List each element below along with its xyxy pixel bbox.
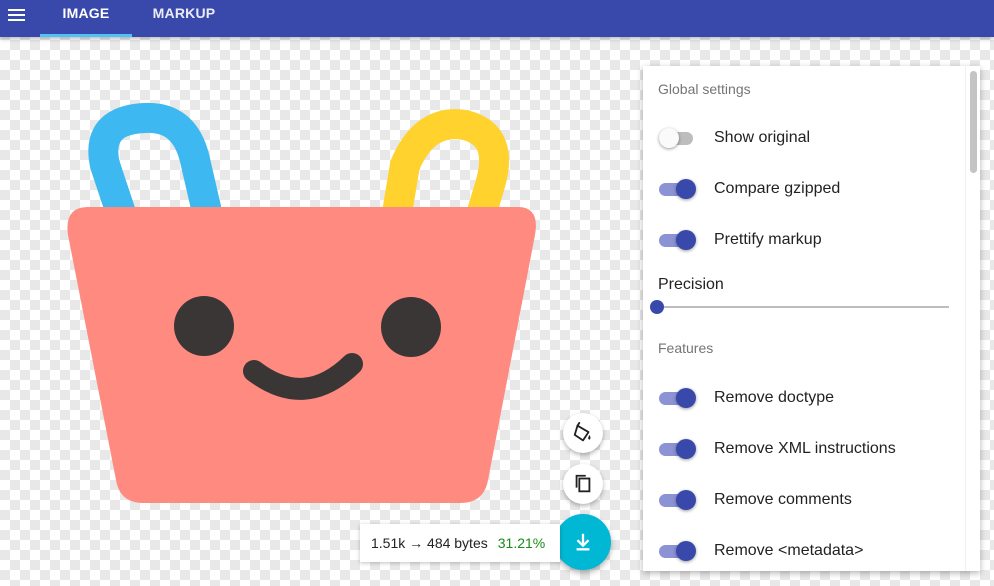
setting-show-original[interactable]: Show original — [643, 121, 963, 155]
download-icon — [576, 533, 590, 551]
remove-comments-label: Remove comments — [714, 491, 852, 508]
copy-button[interactable] — [563, 464, 603, 504]
feature-remove-xml-instructions[interactable]: Remove XML instructions — [643, 432, 963, 466]
paint-bucket-icon — [573, 422, 591, 442]
tab-image[interactable]: IMAGE — [40, 0, 132, 37]
settings-scrollbar[interactable] — [965, 66, 980, 571]
setting-compare-gzipped[interactable]: Compare gzipped — [643, 172, 963, 206]
remove-metadata-toggle[interactable] — [659, 541, 696, 561]
remove-doctype-label: Remove doctype — [714, 389, 835, 406]
prettify-markup-toggle[interactable] — [659, 230, 696, 250]
basket-right-eye — [381, 297, 441, 357]
feature-remove-comments[interactable]: Remove comments — [643, 483, 963, 517]
remove-xml-instructions-toggle[interactable] — [659, 439, 696, 459]
prettify-markup-label: Prettify markup — [714, 231, 822, 248]
hamburger-menu-icon[interactable] — [0, 0, 32, 30]
settings-panel: Global settings Show original Compare gz… — [643, 66, 980, 571]
copy-icon — [575, 474, 591, 493]
tab-markup[interactable]: MARKUP — [140, 0, 228, 37]
precision-slider-track[interactable] — [658, 306, 949, 308]
remove-metadata-label: Remove <metadata> — [714, 542, 864, 559]
feature-remove-metadata[interactable]: Remove <metadata> — [643, 534, 963, 568]
paint-bucket-button[interactable] — [563, 413, 603, 453]
show-original-toggle[interactable] — [659, 128, 695, 148]
image-preview — [67, 102, 536, 503]
compare-gzipped-label: Compare gzipped — [714, 180, 841, 197]
remove-doctype-toggle[interactable] — [659, 388, 696, 408]
compare-gzipped-toggle[interactable] — [659, 179, 696, 199]
setting-prettify-markup[interactable]: Prettify markup — [643, 223, 963, 257]
features-title: Features — [658, 340, 714, 356]
settings-scrollbar-thumb[interactable] — [970, 71, 977, 173]
active-tab-indicator — [40, 34, 132, 37]
size-text: 1.51k → 484 bytes — [371, 535, 488, 551]
remove-comments-toggle[interactable] — [659, 490, 696, 510]
remove-xml-instructions-label: Remove XML instructions — [714, 440, 896, 457]
basket-left-eye — [174, 296, 234, 356]
size-summary: 1.51k → 484 bytes 31.21% — [360, 524, 560, 562]
show-original-label: Show original — [714, 129, 811, 146]
precision-label: Precision — [658, 276, 724, 293]
precision-slider-thumb[interactable] — [650, 300, 664, 314]
basket-body — [67, 207, 536, 503]
global-settings-title: Global settings — [658, 81, 751, 97]
top-app-bar: IMAGE MARKUP — [0, 0, 994, 37]
download-button[interactable] — [555, 514, 611, 570]
size-percent: 31.21% — [497, 535, 546, 551]
feature-remove-doctype[interactable]: Remove doctype — [643, 381, 963, 415]
